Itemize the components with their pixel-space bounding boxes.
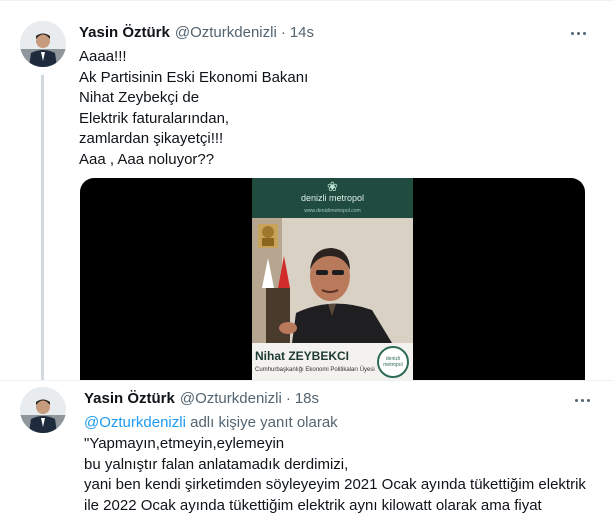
separator: · (285, 390, 291, 407)
reply-mention-link[interactable]: @Ozturkdenizli (84, 414, 186, 431)
video-brand-logo: ❀ denizli metropol (252, 180, 413, 203)
caption-last-name: ZEYBEKCI (288, 349, 350, 363)
video-caption: Nihat ZEYBEKCI Cumhurbaşkanlığı Ekonomi … (252, 343, 413, 381)
tweet-timestamp[interactable]: 14s (290, 24, 314, 41)
thread-line (41, 75, 44, 381)
more-icon[interactable] (568, 26, 588, 40)
tweet-video[interactable]: ❀ denizli metropol www.denizlimetropol.c… (80, 178, 585, 381)
reply-context: @Ozturkdenizli adlı kişiye yanıt olarak (84, 414, 338, 431)
caption-name: Nihat ZEYBEKCI (255, 349, 349, 363)
reply-suffix: adlı kişiye yanıt olarak (185, 414, 338, 431)
tweet-header: Yasin Öztürk @Ozturkdenizli · 14s (79, 24, 314, 41)
tweet-text: "Yapmayın,etmeyin,eylemeyin bu yalnıştır… (84, 435, 586, 518)
avatar-image (20, 387, 66, 433)
tweet-text: Aaaa!!! Ak Partisinin Eski Ekonomi Bakan… (79, 48, 309, 168)
video-url-text: www.denizlimetropol.com (304, 208, 361, 214)
author-handle[interactable]: @Ozturkdenizli (175, 24, 277, 41)
avatar[interactable] (20, 21, 66, 67)
author-handle[interactable]: @Ozturkdenizli (180, 390, 282, 407)
tweet-timestamp[interactable]: 18s (295, 390, 319, 407)
video-frame: ❀ denizli metropol www.denizlimetropol.c… (252, 178, 413, 381)
separator: · (280, 24, 286, 41)
avatar-image (20, 21, 66, 67)
caption-first-name: Nihat (255, 349, 289, 363)
caption-badge: denizli metropol (377, 346, 409, 378)
tweet-2[interactable]: Yasin Öztürk @Ozturkdenizli · 18s @Oztur… (0, 380, 614, 518)
author-name[interactable]: Yasin Öztürk (84, 390, 175, 407)
avatar[interactable] (20, 387, 66, 433)
video-brand-text: denizli metropol (300, 193, 365, 203)
speaker-image (252, 218, 413, 343)
author-name[interactable]: Yasin Öztürk (79, 24, 170, 41)
more-icon[interactable] (572, 393, 592, 407)
video-scene (252, 218, 413, 343)
lotus-icon: ❀ (327, 179, 338, 194)
caption-title: Cumhurbaşkanlığı Ekonomi Politikaları Üy… (255, 367, 375, 373)
tweet-header: Yasin Öztürk @Ozturkdenizli · 18s (84, 390, 319, 407)
tweet-1[interactable]: Yasin Öztürk @Ozturkdenizli · 14s Aaaa!!… (0, 0, 614, 381)
